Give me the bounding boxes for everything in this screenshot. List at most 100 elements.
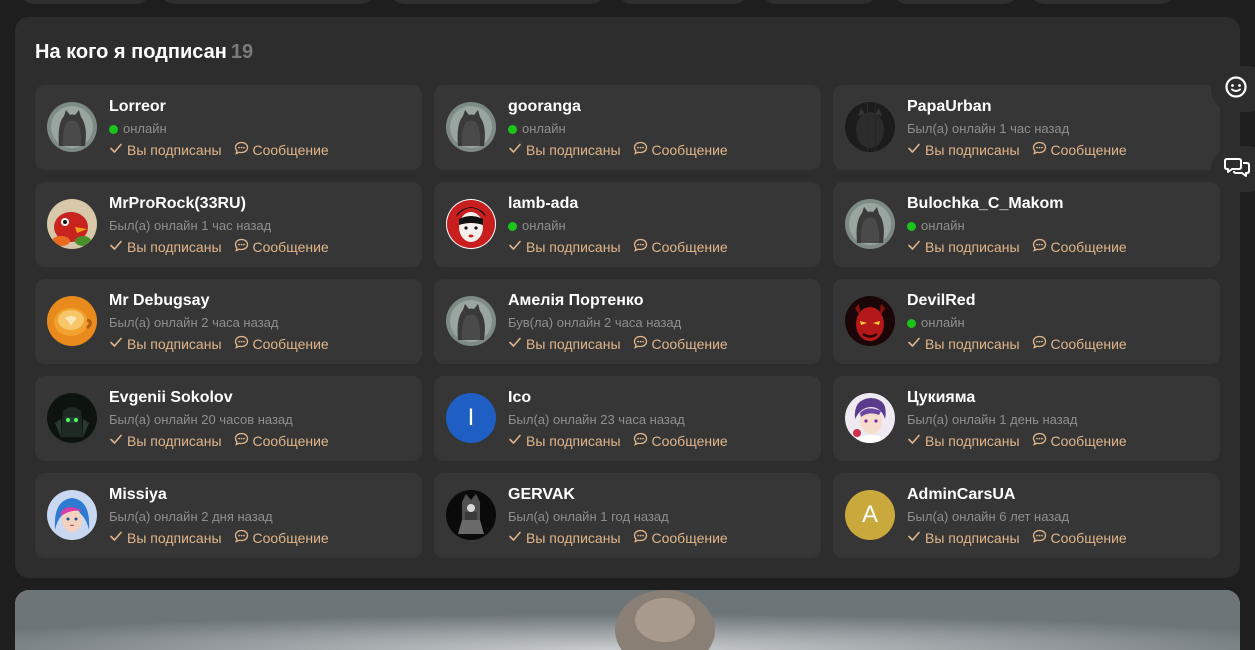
top-tab[interactable] [20,0,150,4]
message-button[interactable]: Сообщение [1032,335,1127,353]
user-avatar[interactable] [446,296,496,346]
message-button[interactable]: Сообщение [633,335,728,353]
user-name[interactable]: Lorreor [109,97,414,117]
message-button[interactable]: Сообщение [234,335,329,353]
top-tab[interactable] [618,0,748,4]
user-name[interactable]: PapaUrban [907,97,1212,117]
user-name[interactable]: Bulochka_C_Makom [907,194,1212,214]
user-card[interactable]: PapaUrban Был(а) онлайн 1 час назад Вы п… [833,85,1220,170]
subscribed-button[interactable]: Вы подписаны [508,238,621,256]
user-name[interactable]: Ico [508,388,813,408]
user-name[interactable]: AdminCarsUA [907,485,1212,505]
user-avatar[interactable]: A [845,490,895,540]
user-avatar[interactable] [47,393,97,443]
subscribed-button[interactable]: Вы подписаны [508,529,621,547]
user-name[interactable]: Missiya [109,485,414,505]
subscribed-button[interactable]: Вы подписаны [907,335,1020,353]
status-text: Был(а) онлайн 1 год назад [508,509,669,524]
user-name[interactable]: Цукияма [907,388,1212,408]
top-tab[interactable] [893,0,1018,4]
user-card[interactable]: Амелія Портенко Був(ла) онлайн 2 часа на… [434,279,821,364]
user-avatar[interactable] [47,102,97,152]
message-button[interactable]: Сообщение [234,529,329,547]
top-tab[interactable] [390,0,605,4]
user-card[interactable]: Evgenii Sokolov Был(а) онлайн 20 часов н… [35,376,422,461]
user-avatar[interactable] [845,199,895,249]
user-avatar[interactable] [845,393,895,443]
comments-button[interactable] [1211,146,1255,192]
message-label: Сообщение [651,433,728,449]
user-avatar[interactable] [47,199,97,249]
user-name[interactable]: gooranga [508,97,813,117]
user-card[interactable]: Missiya Был(а) онлайн 2 дня назад Вы под… [35,473,422,558]
subscribed-button[interactable]: Вы подписаны [508,432,621,450]
user-card[interactable]: DevilRed онлайн Вы подписаны Сообщение [833,279,1220,364]
subscribed-button[interactable]: Вы подписаны [109,141,222,159]
user-avatar[interactable] [446,102,496,152]
user-card[interactable]: A AdminCarsUA Был(а) онлайн 6 лет назад … [833,473,1220,558]
message-button[interactable]: Сообщение [1032,529,1127,547]
user-card[interactable]: Bulochka_C_Makom онлайн Вы подписаны Соо… [833,182,1220,267]
top-tab[interactable] [1030,0,1175,4]
user-status: онлайн [907,315,1212,331]
subscribed-button[interactable]: Вы подписаны [907,432,1020,450]
user-status: Был(а) онлайн 23 часа назад [508,412,813,428]
message-label: Сообщение [651,142,728,158]
top-tab[interactable] [762,0,877,4]
subscribed-button[interactable]: Вы подписаны [109,238,222,256]
user-status: Был(а) онлайн 2 дня назад [109,509,414,525]
user-card[interactable]: Цукияма Был(а) онлайн 1 день назад Вы по… [833,376,1220,461]
user-avatar[interactable] [446,199,496,249]
message-button[interactable]: Сообщение [633,141,728,159]
message-icon [633,432,652,450]
subscribed-label: Вы подписаны [127,336,222,352]
user-card[interactable]: gooranga онлайн Вы подписаны Сообщение [434,85,821,170]
subscribed-button[interactable]: Вы подписаны [109,335,222,353]
user-name[interactable]: MrProRock(33RU) [109,194,414,214]
message-button[interactable]: Сообщение [234,432,329,450]
message-label: Сообщение [1050,433,1127,449]
user-name[interactable]: Evgenii Sokolov [109,388,414,408]
subscribed-button[interactable]: Вы подписаны [508,335,621,353]
message-button[interactable]: Сообщение [1032,238,1127,256]
user-card[interactable]: I Ico Был(а) онлайн 23 часа назад Вы под… [434,376,821,461]
subscribed-button[interactable]: Вы подписаны [109,432,222,450]
message-button[interactable]: Сообщение [1032,432,1127,450]
panel-title: На кого я подписан 19 [35,40,253,64]
user-avatar[interactable] [845,102,895,152]
user-card[interactable]: GERVAK Был(а) онлайн 1 год назад Вы подп… [434,473,821,558]
user-name[interactable]: lamb-ada [508,194,813,214]
user-card[interactable]: Lorreor онлайн Вы подписаны Сообщение [35,85,422,170]
user-card[interactable]: MrProRock(33RU) Был(а) онлайн 1 час наза… [35,182,422,267]
status-text: Был(а) онлайн 1 час назад [907,121,1070,136]
user-avatar[interactable] [845,296,895,346]
subscribed-button[interactable]: Вы подписаны [109,529,222,547]
message-icon [633,141,652,159]
user-avatar[interactable] [47,296,97,346]
message-button[interactable]: Сообщение [633,238,728,256]
message-icon [633,529,652,547]
message-button[interactable]: Сообщение [633,529,728,547]
message-button[interactable]: Сообщение [234,141,329,159]
user-name[interactable]: Mr Debugsay [109,291,414,311]
subscribed-button[interactable]: Вы подписаны [907,238,1020,256]
top-tab[interactable] [160,0,375,4]
message-label: Сообщение [651,336,728,352]
user-avatar[interactable] [446,490,496,540]
user-name[interactable]: DevilRed [907,291,1212,311]
subscribed-button[interactable]: Вы подписаны [907,529,1020,547]
chat-button[interactable] [1211,66,1255,112]
subscribed-button[interactable]: Вы подписаны [508,141,621,159]
user-avatar[interactable] [47,490,97,540]
user-card[interactable]: Mr Debugsay Был(а) онлайн 2 часа назад В… [35,279,422,364]
message-button[interactable]: Сообщение [234,238,329,256]
user-avatar[interactable]: I [446,393,496,443]
message-button[interactable]: Сообщение [633,432,728,450]
message-icon [633,238,652,256]
user-name[interactable]: GERVAK [508,485,813,505]
message-button[interactable]: Сообщение [1032,141,1127,159]
message-icon [234,432,253,450]
subscribed-button[interactable]: Вы подписаны [907,141,1020,159]
user-name[interactable]: Амелія Портенко [508,291,813,311]
user-card[interactable]: lamb-ada онлайн Вы подписаны Сообщение [434,182,821,267]
